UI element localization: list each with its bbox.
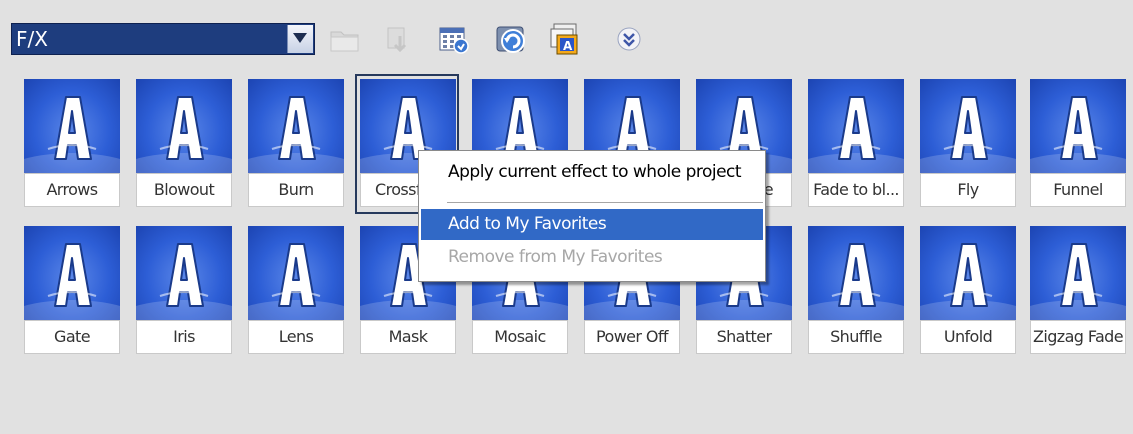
effect-label: Blowout: [136, 173, 232, 207]
menu-separator: [447, 202, 763, 203]
effect-thumbnail: [136, 79, 232, 173]
effect-thumbnail: [1030, 226, 1126, 320]
effect-label: Power Off: [584, 320, 680, 354]
effect-tile-shuffle[interactable]: Shuffle: [808, 226, 904, 356]
toolbar: F/X A: [0, 0, 1133, 74]
svg-text:A: A: [563, 39, 573, 53]
effect-tile-fly[interactable]: Fly: [920, 79, 1016, 209]
effect-label: Lens: [248, 320, 344, 354]
effect-label: Burn: [248, 173, 344, 207]
effect-tile-blowout[interactable]: Blowout: [136, 79, 232, 209]
effect-label: Mask: [360, 320, 456, 354]
effect-label: Shatter: [696, 320, 792, 354]
effect-thumbnail: [920, 226, 1016, 320]
effect-thumbnail: [808, 226, 904, 320]
effect-tile-unfold[interactable]: Unfold: [920, 226, 1016, 356]
effect-tile-arrows[interactable]: Arrows: [24, 79, 120, 209]
effect-label: Mosaic: [472, 320, 568, 354]
grid-view-icon[interactable]: [436, 22, 470, 56]
dropdown-arrow-button[interactable]: [287, 25, 313, 53]
effect-tile-burn[interactable]: Burn: [248, 79, 344, 209]
import-icon[interactable]: [382, 22, 416, 56]
effect-thumbnail: [24, 79, 120, 173]
effect-thumbnail: [248, 79, 344, 173]
folder-icon[interactable]: [328, 22, 362, 56]
effect-thumbnail: [24, 226, 120, 320]
menu-item-remove-favorites[interactable]: Remove from My Favorites: [421, 242, 763, 273]
effect-label: Arrows: [24, 173, 120, 207]
effect-label: Iris: [136, 320, 232, 354]
effect-label: Fade to bl...: [808, 173, 904, 207]
menu-item-apply-whole-project[interactable]: Apply current effect to whole project: [421, 157, 763, 188]
effect-tile-iris[interactable]: Iris: [136, 226, 232, 356]
effect-label: Funnel: [1030, 173, 1126, 207]
chevron-down-icon: [293, 33, 307, 43]
menu-item-add-favorites[interactable]: Add to My Favorites: [421, 209, 763, 240]
effect-thumbnail: [136, 226, 232, 320]
category-value: F/X: [16, 27, 48, 51]
effect-label: Fly: [920, 173, 1016, 207]
category-dropdown[interactable]: F/X: [11, 23, 315, 55]
effect-label: Zigzag Fade: [1030, 320, 1126, 354]
effect-tile-gate[interactable]: Gate: [24, 226, 120, 356]
effect-thumbnail: [1030, 79, 1126, 173]
effect-tile-funnel[interactable]: Funnel: [1030, 79, 1126, 209]
effect-thumbnail: [248, 226, 344, 320]
effect-tile-fade-to-black[interactable]: Fade to bl...: [808, 79, 904, 209]
gallery-icon[interactable]: A: [548, 22, 582, 56]
context-menu: Apply current effect to whole project Ad…: [418, 150, 766, 282]
effect-tile-lens[interactable]: Lens: [248, 226, 344, 356]
more-icon[interactable]: [612, 22, 646, 56]
refresh-icon[interactable]: [494, 22, 528, 56]
effect-label: Unfold: [920, 320, 1016, 354]
effect-label: Shuffle: [808, 320, 904, 354]
effect-tile-zigzag-fade[interactable]: Zigzag Fade: [1030, 226, 1126, 356]
effect-thumbnail: [920, 79, 1016, 173]
effect-thumbnail: [808, 79, 904, 173]
effect-label: Gate: [24, 320, 120, 354]
